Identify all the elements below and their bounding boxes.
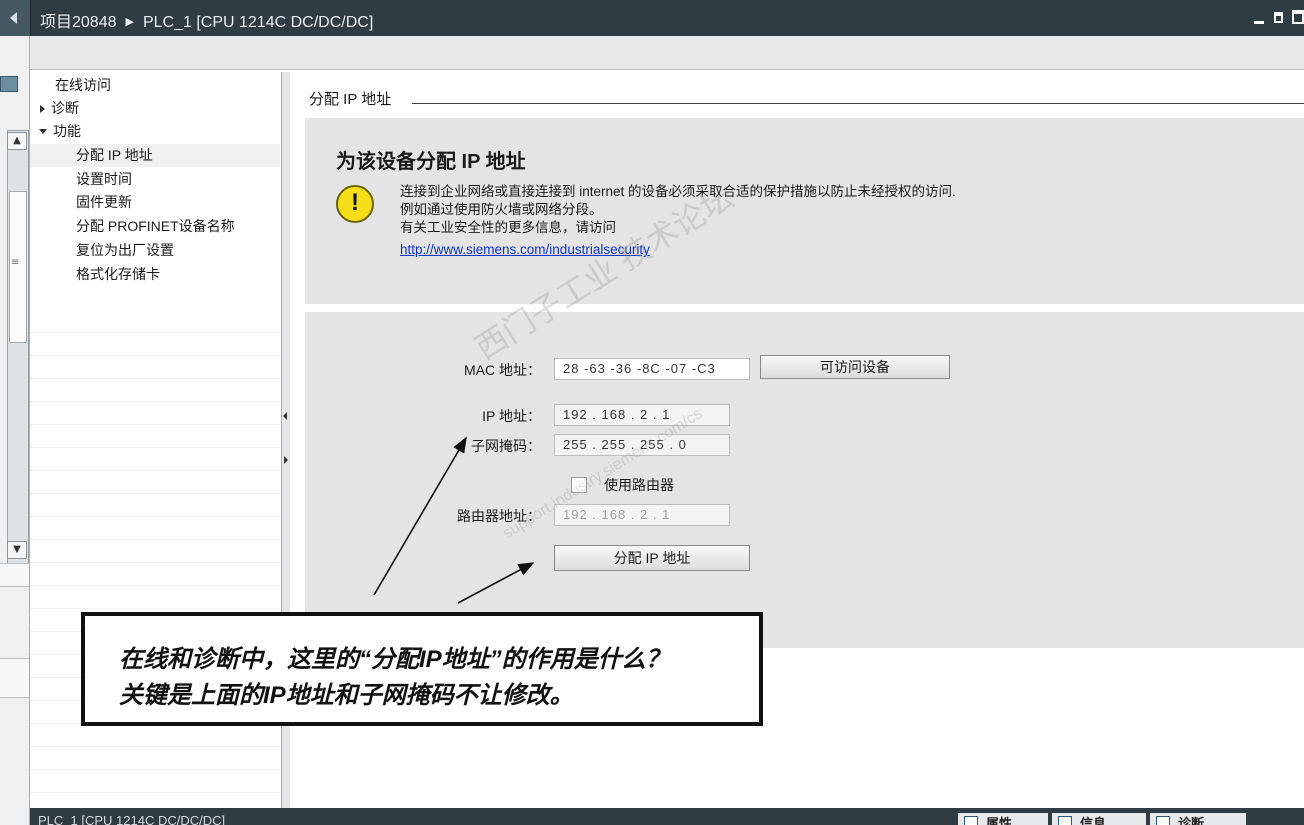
scroll-down-button[interactable]: ▼ — [7, 541, 27, 559]
nav-item-functions[interactable]: 功能 — [30, 120, 280, 143]
nav-item-assign-ip[interactable]: 分配 IP 地址 — [30, 144, 280, 167]
collapsed-arrow-icon[interactable] — [40, 105, 45, 113]
device-tool-icon[interactable] — [0, 76, 18, 92]
nav-item-firmware-update[interactable]: 固件更新 — [30, 191, 280, 214]
nav-item-label: 固件更新 — [76, 194, 132, 210]
nav-item-diagnostics[interactable]: 诊断 — [30, 97, 280, 120]
nav-item-reset-factory[interactable]: 复位为出厂设置 — [30, 239, 280, 262]
scroll-grip-icon: ≡ — [11, 257, 20, 268]
properties-icon — [964, 816, 978, 825]
ip-address-label: IP 地址： — [482, 408, 541, 424]
mac-address-field: 28 -63 -36 -8C -07 -C3 — [554, 358, 750, 380]
nav-item-label: 在线访问 — [55, 77, 111, 93]
subnet-mask-field[interactable]: 255 . 255 . 255 . 0 — [554, 434, 730, 456]
tab-label: 信息 — [1080, 816, 1107, 825]
expanded-arrow-icon[interactable] — [39, 128, 47, 134]
nav-item-label: 格式化存储卡 — [76, 266, 160, 282]
warning-line-1: 连接到企业网络或直接连接到 internet 的设备必须采取合适的保护措施以防止… — [400, 184, 956, 199]
scroll-up-button[interactable]: ▲ — [7, 132, 27, 150]
tab-info[interactable]: 信息 — [1052, 813, 1146, 825]
side-panel-separator — [0, 563, 29, 587]
left-side-panel: ▲ ≡ ▼ — [0, 36, 30, 825]
router-address-field: 192 . 168 . 2 . 1 — [554, 504, 730, 526]
nav-item-label: 分配 IP 地址 — [76, 147, 153, 163]
restore-icon[interactable] — [1274, 12, 1283, 23]
section-divider — [412, 103, 1304, 104]
breadcrumb: 项目20848 ▶ PLC_1 [CPU 1214C DC/DC/DC] — [40, 8, 373, 32]
minimize-icon[interactable] — [1254, 21, 1264, 24]
warning-line-3: 有关工业安全性的更多信息，请访问 — [400, 220, 616, 235]
ip-address-field[interactable]: 192 . 168 . 2 . 1 — [554, 404, 730, 426]
breadcrumb-device[interactable]: PLC_1 [CPU 1214C DC/DC/DC] — [143, 14, 373, 31]
callout-line-1: 在线和诊断中，这里的“分配IP地址”的作用是什么？ — [119, 646, 670, 673]
tab-properties[interactable]: 属性 — [958, 813, 1048, 825]
industrial-security-link[interactable]: http://www.siemens.com/industrialsecurit… — [400, 242, 650, 257]
nav-item-assign-profinet-name[interactable]: 分配 PROFINET设备名称 — [30, 215, 280, 238]
nav-item-label: 功能 — [53, 123, 81, 139]
use-router-checkbox[interactable] — [571, 477, 587, 493]
title-bar: 项目20848 ▶ PLC_1 [CPU 1214C DC/DC/DC] — [0, 0, 1304, 36]
callout-line-2: 关键是上面的IP地址和子网掩码不让修改。 — [119, 682, 574, 709]
ip-assignment-panel: MAC 地址： 28 -63 -36 -8C -07 -C3 可访问设备 IP … — [305, 312, 1304, 648]
status-device-label: PLC_1 [CPU 1214C DC/DC/DC] — [38, 813, 226, 825]
nav-item-label: 诊断 — [51, 100, 79, 116]
tab-diagnostics[interactable]: 诊断 — [1150, 813, 1246, 825]
nav-row-grid — [30, 310, 280, 800]
tab-label: 诊断 — [1178, 816, 1205, 825]
tab-label: 属性 — [986, 816, 1013, 825]
breadcrumb-project[interactable]: 项目20848 — [40, 14, 117, 31]
nav-item-label: 设置时间 — [76, 171, 132, 187]
assign-ip-button[interactable]: 分配 IP 地址 — [554, 545, 750, 571]
nav-item-label: 分配 PROFINET设备名称 — [76, 218, 235, 234]
breadcrumb-separator-icon: ▶ — [125, 16, 134, 28]
router-address-label: 路由器地址： — [457, 508, 541, 524]
maximize-icon[interactable] — [1292, 10, 1304, 24]
subnet-mask-label: 子网掩码： — [471, 438, 541, 454]
nav-item-label: 复位为出厂设置 — [76, 242, 174, 258]
security-info-panel: 为该设备分配 IP 地址 ! 连接到企业网络或直接连接到 internet 的设… — [305, 118, 1304, 304]
warning-line-2: 例如通过使用防火墙或网络分段。 — [400, 202, 603, 217]
side-panel-separator-2 — [0, 658, 29, 698]
window-controls — [1252, 10, 1304, 26]
back-arrow-button[interactable] — [0, 0, 31, 36]
mac-address-label: MAC 地址： — [464, 362, 541, 378]
expand-right-icon[interactable] — [284, 456, 288, 464]
status-bar: PLC_1 [CPU 1214C DC/DC/DC] 属性 信息 诊断 — [30, 808, 1304, 825]
warning-text: 连接到企业网络或直接连接到 internet 的设备必须采取合适的保护措施以防止… — [400, 183, 956, 237]
nav-item-set-time[interactable]: 设置时间 — [30, 168, 280, 191]
collapse-left-icon[interactable] — [283, 412, 287, 420]
nav-item-format-memory-card[interactable]: 格式化存储卡 — [30, 263, 280, 286]
use-router-label: 使用路由器 — [604, 477, 674, 493]
warning-icon: ! — [336, 185, 374, 223]
info-icon — [1058, 816, 1072, 825]
accessible-devices-button[interactable]: 可访问设备 — [760, 355, 950, 379]
question-callout: 在线和诊断中，这里的“分配IP地址”的作用是什么？ 关键是上面的IP地址和子网掩… — [81, 612, 763, 726]
diagnostics-icon — [1156, 816, 1170, 825]
panel-title: 为该设备分配 IP 地址 — [336, 151, 526, 173]
section-title: 分配 IP 地址 — [309, 91, 392, 108]
toolbar — [30, 36, 1304, 70]
nav-item-online-access[interactable]: 在线访问 — [30, 74, 280, 97]
